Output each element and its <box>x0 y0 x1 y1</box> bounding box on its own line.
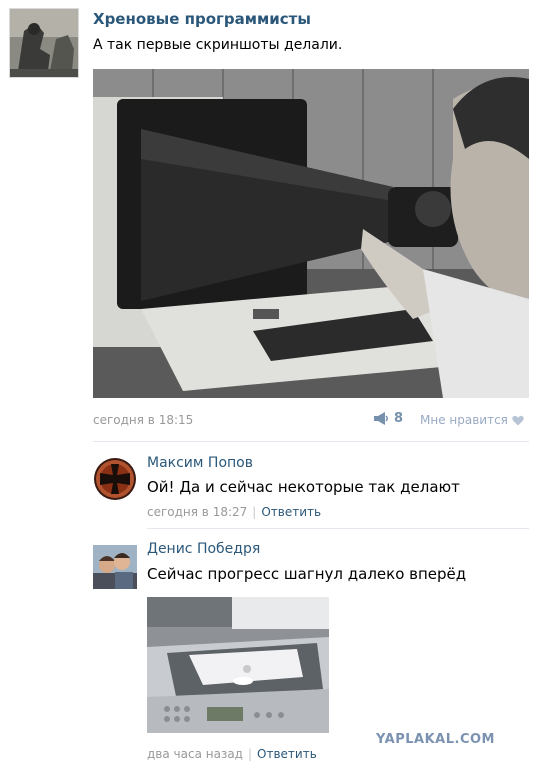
group-avatar-image <box>10 9 78 77</box>
scanner-tablet-photo <box>147 597 329 733</box>
like-label: Мне нравится <box>420 413 508 427</box>
comment-avatar[interactable] <box>93 457 137 501</box>
comment-meta: два часа назад | Ответить <box>147 747 317 761</box>
comment-text: Сейчас прогресс шагнул далеко вперёд <box>147 565 467 583</box>
post-photo-image <box>93 69 529 398</box>
post-divider <box>93 441 529 442</box>
post-photo[interactable] <box>93 69 529 398</box>
post-author-link[interactable]: Хреновые программисты <box>93 10 311 28</box>
comment-timestamp[interactable]: два часа назад <box>147 747 243 761</box>
two-people-photo <box>93 545 137 589</box>
post-text: А так первые скриншоты делали. <box>93 37 343 53</box>
reply-link[interactable]: Ответить <box>257 747 317 761</box>
like-button[interactable]: Мне нравится <box>420 413 524 427</box>
comment-author-link[interactable]: Денис Победря <box>147 541 260 557</box>
group-avatar[interactable] <box>9 8 79 78</box>
repost-button[interactable]: 8 <box>373 411 403 426</box>
comment-text: Ой! Да и сейчас некоторые так делают <box>147 478 460 496</box>
cross-emblem-icon <box>94 458 136 500</box>
heart-icon <box>512 415 524 425</box>
comment-timestamp[interactable]: сегодня в 18:27 <box>147 505 247 519</box>
site-watermark: YAPLAKAL.COM <box>376 732 495 747</box>
comment-photo[interactable] <box>147 597 329 733</box>
comment-meta: сегодня в 18:27 | Ответить <box>147 505 321 519</box>
comment-avatar[interactable] <box>93 545 137 589</box>
comment-author-link[interactable]: Максим Попов <box>147 455 253 471</box>
comment-divider <box>147 528 529 529</box>
repost-count: 8 <box>394 411 404 426</box>
post-timestamp[interactable]: сегодня в 18:15 <box>93 413 193 427</box>
reply-link[interactable]: Ответить <box>261 505 321 519</box>
megaphone-icon <box>374 412 388 425</box>
meta-separator: | <box>252 505 257 519</box>
meta-separator: | <box>247 747 253 761</box>
